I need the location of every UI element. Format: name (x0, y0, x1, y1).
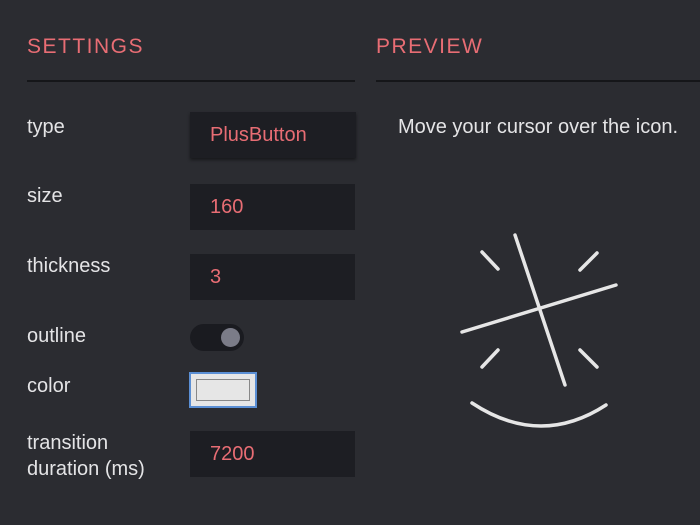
preview-instruction: Move your cursor over the icon. (397, 116, 679, 138)
icon-tick-top-right (578, 251, 599, 272)
icon-stroke-horizontal (460, 283, 618, 334)
icon-smile-arc (470, 401, 608, 428)
type-select[interactable]: PlusButton (190, 112, 356, 158)
size-label: size (27, 185, 63, 207)
preview-heading: PREVIEW (376, 35, 484, 58)
thickness-label: thickness (27, 255, 111, 277)
color-picker[interactable] (189, 372, 257, 408)
outline-toggle[interactable] (190, 324, 244, 351)
size-input[interactable] (190, 184, 355, 230)
toggle-knob (221, 328, 240, 347)
plus-button-morph-icon[interactable] (440, 220, 640, 440)
preview-divider (376, 80, 700, 82)
icon-tick-bottom-right (578, 348, 599, 369)
transition-duration-input[interactable] (190, 431, 355, 477)
transition-label-line1: transition (27, 432, 109, 454)
color-swatch-fill (196, 379, 250, 401)
color-label: color (27, 375, 71, 397)
settings-divider (27, 80, 355, 82)
icon-tick-bottom-left (480, 348, 500, 369)
type-label: type (27, 116, 65, 138)
transition-label-line2: duration (ms) (27, 458, 145, 480)
thickness-input[interactable] (190, 254, 355, 300)
icon-tick-top-left (480, 250, 500, 271)
transition-duration-label: transition duration (ms) (27, 430, 145, 482)
outline-label: outline (27, 325, 86, 347)
settings-heading: SETTINGS (27, 35, 145, 58)
